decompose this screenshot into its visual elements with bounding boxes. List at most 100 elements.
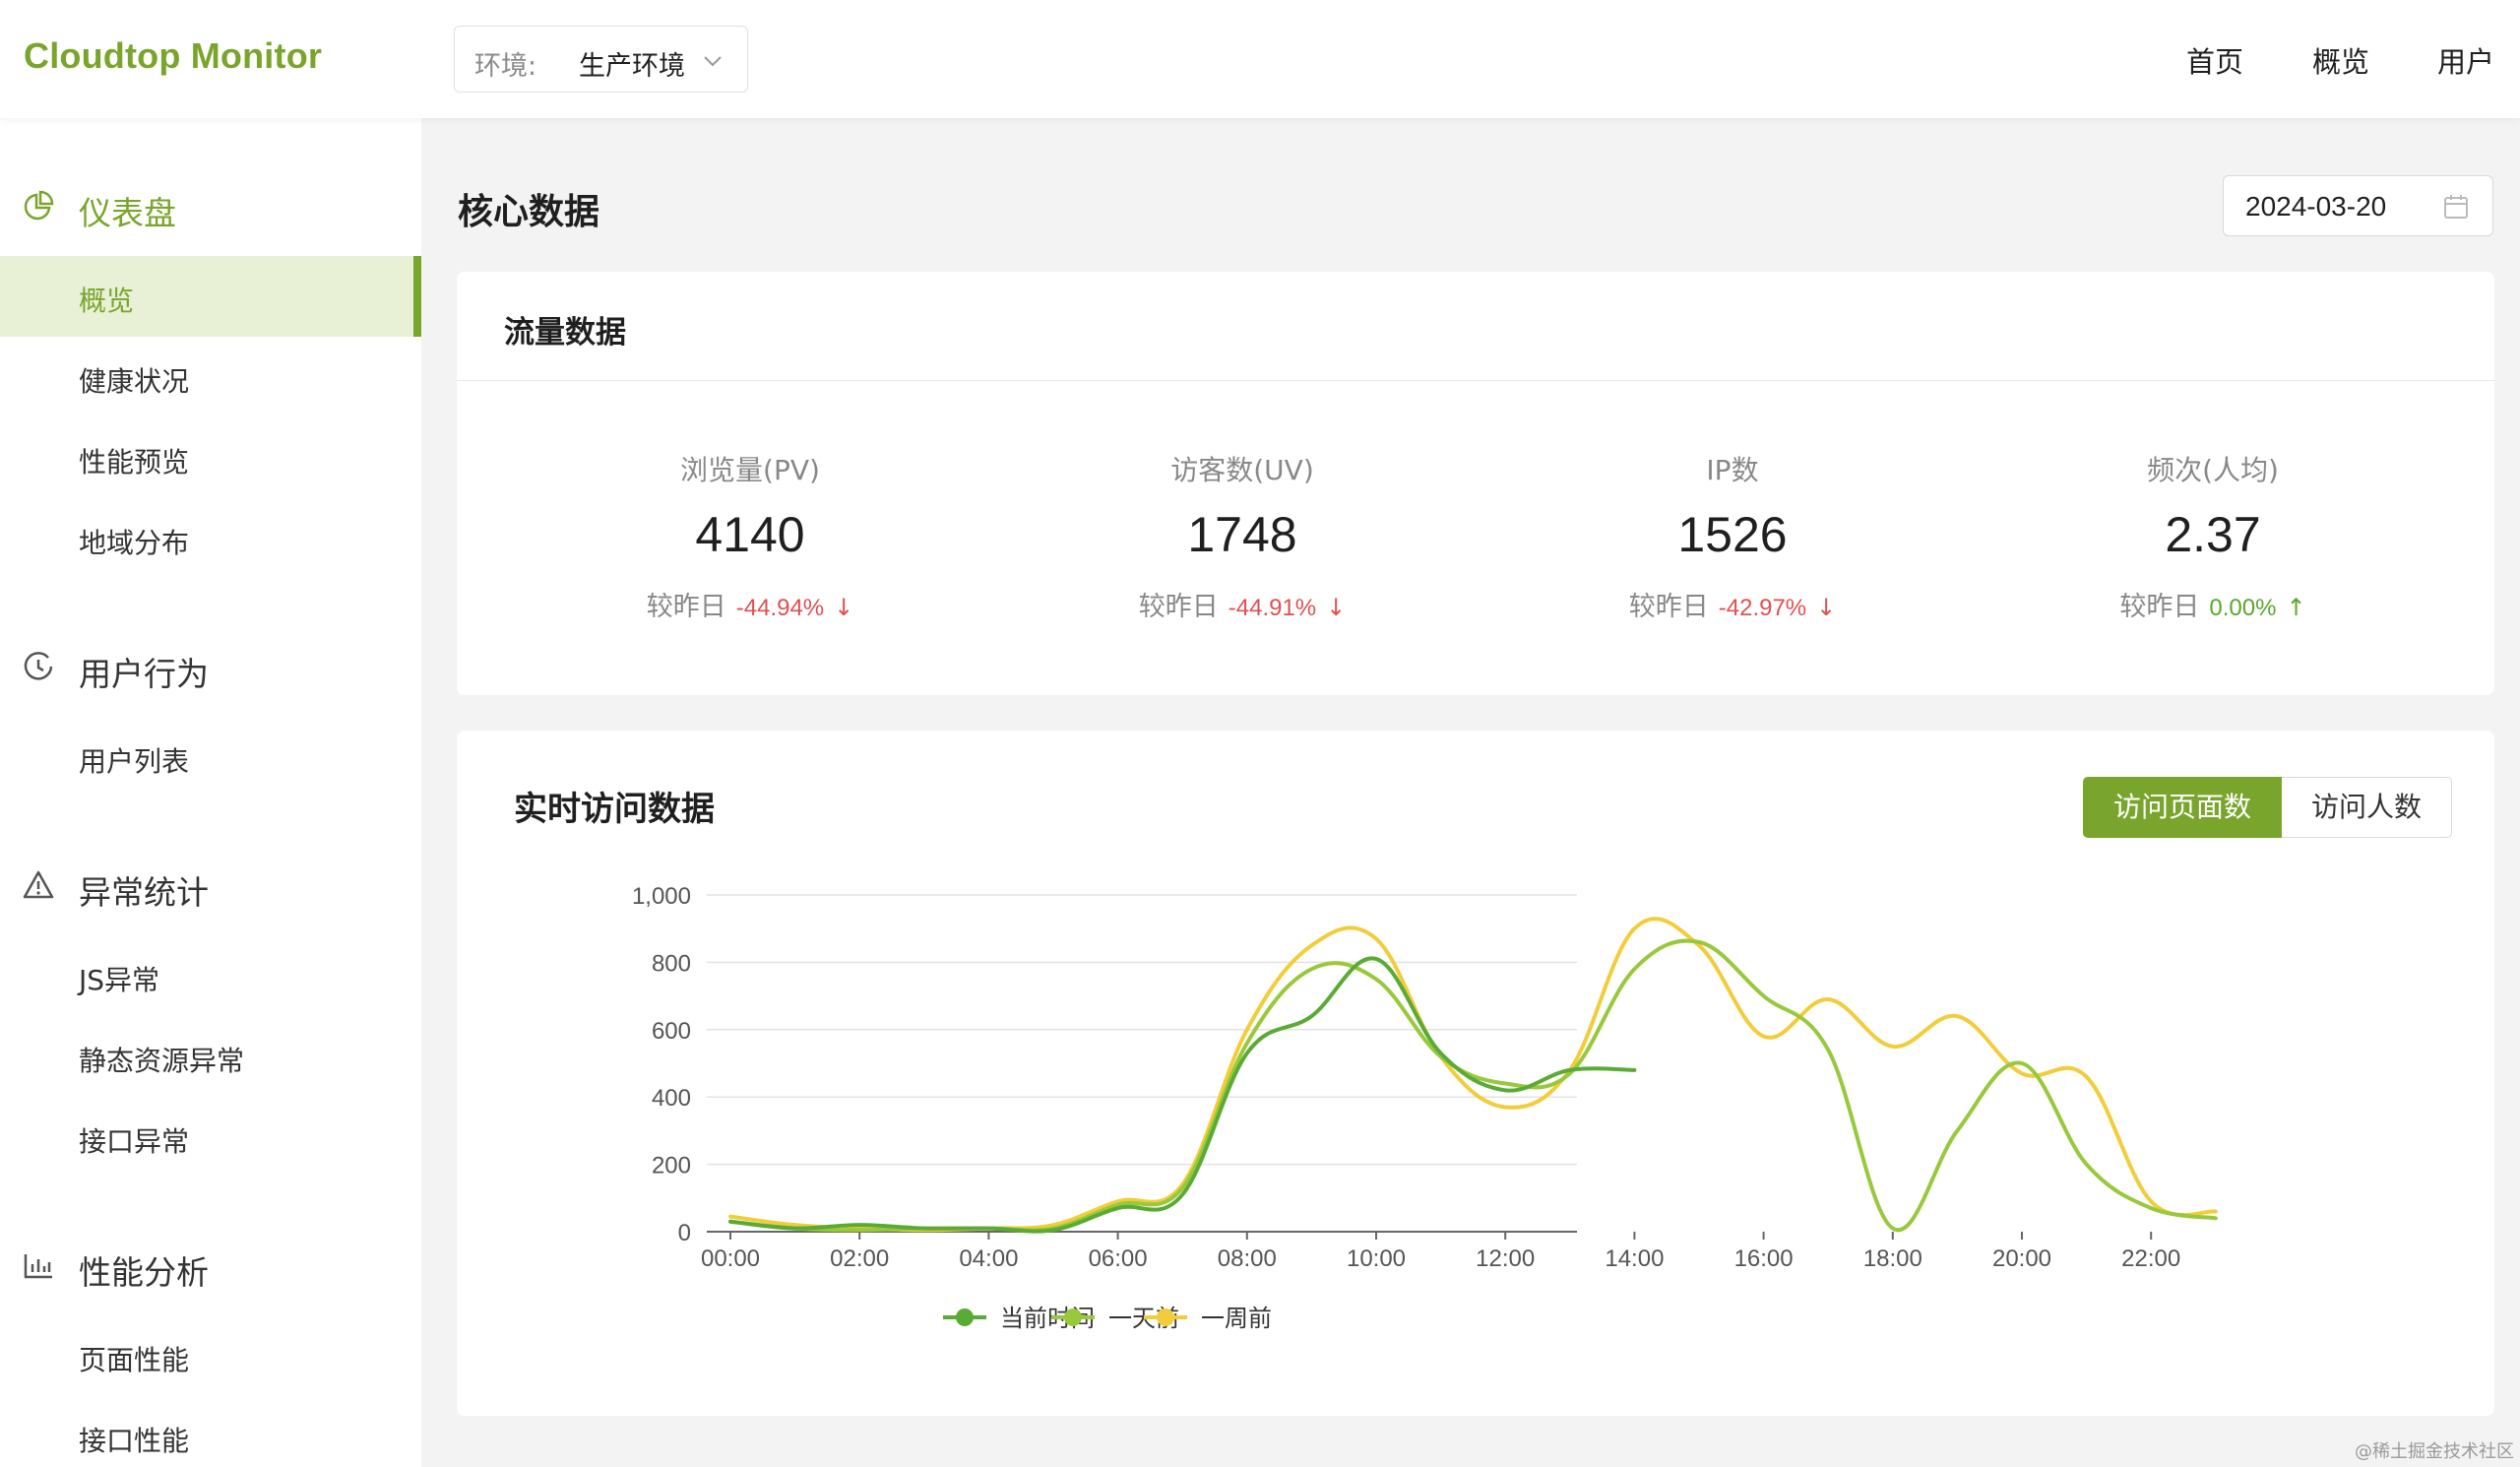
- sidebar-group-exceptions[interactable]: 异常统计: [0, 855, 421, 914]
- y-tick-label: 1,000: [632, 883, 691, 910]
- y-tick-label: 800: [652, 950, 691, 977]
- bar-chart-icon: [24, 1254, 52, 1279]
- sidebar-item-performance-preview[interactable]: 性能预览: [0, 417, 421, 498]
- metric-change: -42.97%: [1718, 595, 1807, 621]
- sidebar-item-api-performance[interactable]: 接口性能: [0, 1396, 421, 1467]
- x-tick-label: 04:00: [959, 1245, 1018, 1272]
- chevron-down-icon: [704, 56, 722, 67]
- nav-home[interactable]: 首页: [2186, 39, 2243, 81]
- sidebar-item-label: 接口异常: [79, 1125, 190, 1158]
- nav-user[interactable]: 用户: [2437, 39, 2494, 81]
- realtime-line-chart: 0 200 400 600 800 1,000 00:00 02:00 04:00 06:00 08…: [632, 883, 2218, 1332]
- app-logo[interactable]: Cloudtop Monitor: [24, 35, 322, 77]
- sidebar-item-user-list[interactable]: 用户列表: [0, 717, 421, 797]
- environment-select[interactable]: 环境: 生产环境: [454, 26, 748, 93]
- metric-change: -44.94%: [735, 595, 825, 621]
- warning-icon: [23, 870, 54, 899]
- metric-uv: 访客数(UV) 1748 较昨日 -44.91% ↓: [1045, 449, 1439, 622]
- sidebar-item-api-errors[interactable]: 接口异常: [0, 1097, 421, 1178]
- metric-value: 1526: [1677, 507, 1788, 562]
- arrow-up-icon: ↑: [2286, 594, 2306, 621]
- x-tick-label: 18:00: [1863, 1245, 1922, 1272]
- compare-label: 较昨日: [646, 592, 726, 622]
- sidebar-item-label: 静态资源异常: [79, 1045, 245, 1077]
- sidebar-item-js-errors[interactable]: JS异常: [0, 935, 421, 1016]
- compare-label: 较昨日: [2119, 592, 2200, 622]
- sidebar-group-label: 用户行为: [79, 655, 209, 693]
- series-line: [728, 938, 2218, 1233]
- sidebar-item-label: 健康状况: [79, 365, 190, 398]
- date-picker[interactable]: 2024-03-20: [2223, 175, 2493, 236]
- top-header: Cloudtop Monitor 环境: 生产环境 首页 概览 用户: [0, 0, 2520, 118]
- sidebar-item-label: 概览: [79, 285, 135, 317]
- x-tick-label: 06:00: [1089, 1245, 1148, 1272]
- arrow-down-icon: ↓: [834, 594, 854, 621]
- environment-value: 生产环境: [579, 51, 685, 82]
- sidebar-item-health[interactable]: 健康状况: [0, 337, 421, 417]
- sidebar-group-dashboard[interactable]: 仪表盘: [0, 175, 421, 234]
- y-tick-label: 200: [652, 1153, 691, 1180]
- x-tick-label: 08:00: [1218, 1245, 1277, 1272]
- x-tick-label: 16:00: [1734, 1245, 1794, 1272]
- sidebar-item-label: 地域分布: [79, 527, 190, 559]
- divider: [457, 380, 2494, 381]
- clock-icon: [24, 652, 53, 680]
- arrow-down-icon: ↓: [1326, 594, 1347, 621]
- metric-label: IP数: [1706, 454, 1759, 486]
- x-tick-label: 02:00: [830, 1245, 889, 1272]
- date-value: 2024-03-20: [2245, 191, 2387, 222]
- y-tick-label: 0: [678, 1220, 691, 1246]
- x-tick-label: 20:00: [1992, 1245, 2051, 1272]
- x-tick-label: 10:00: [1347, 1245, 1406, 1272]
- y-tick-label: 400: [652, 1085, 691, 1112]
- metric-pv: 浏览量(PV) 4140 较昨日 -44.94% ↓: [553, 449, 947, 622]
- sidebar-group-label: 性能分析: [79, 1253, 209, 1292]
- sidebar-item-label: 页面性能: [79, 1344, 190, 1376]
- y-tick-label: 600: [652, 1018, 691, 1045]
- traffic-data-card: 流量数据 浏览量(PV) 4140 较昨日 -44.94% ↓ 访客数(UV) 17…: [457, 272, 2494, 695]
- realtime-data-card: 实时访问数据 访问页面数 访问人数 0 200 400 600 800 1,000 00:0…: [457, 731, 2494, 1416]
- metric-label: 频次(人均): [2147, 454, 2279, 486]
- legend-swatch-dot: [1157, 1308, 1174, 1326]
- sidebar: 仪表盘 概览 健康状况 性能预览 地域分布 用户行为 用户列表 异常统计 JS异…: [0, 118, 421, 1467]
- metric-change: 0.00%: [2209, 595, 2277, 621]
- sidebar-item-resource-errors[interactable]: 静态资源异常: [0, 1016, 421, 1097]
- metric-ip: IP数 1526 较昨日 -42.97% ↓: [1536, 449, 1929, 622]
- metric-value: 1748: [1187, 507, 1297, 562]
- sidebar-item-region[interactable]: 地域分布: [0, 498, 421, 579]
- sidebar-group-user-behavior[interactable]: 用户行为: [0, 636, 421, 695]
- metric-label: 访客数(UV): [1170, 454, 1314, 486]
- metric-compare: 较昨日 -42.97% ↓: [1536, 585, 1929, 622]
- sidebar-group-label: 仪表盘: [79, 194, 176, 232]
- sidebar-item-label: 接口性能: [79, 1425, 190, 1457]
- x-tick-label: 12:00: [1476, 1245, 1535, 1272]
- watermark: @稀土掘金技术社区: [2355, 1441, 2514, 1462]
- nav-overview[interactable]: 概览: [2312, 39, 2369, 81]
- arrow-down-icon: ↓: [1816, 594, 1837, 621]
- legend-swatch-dot: [1064, 1308, 1082, 1326]
- legend-label: 一周前: [1201, 1305, 1272, 1332]
- x-tick-label: 14:00: [1605, 1245, 1664, 1272]
- legend-swatch-dot: [956, 1308, 974, 1326]
- metric-compare: 较昨日 -44.91% ↓: [1045, 585, 1439, 622]
- page-title: 核心数据: [458, 192, 600, 232]
- metric-value: 4140: [695, 507, 805, 562]
- compare-label: 较昨日: [1628, 592, 1709, 622]
- sidebar-item-page-performance[interactable]: 页面性能: [0, 1315, 421, 1396]
- metric-change: -44.91%: [1228, 595, 1317, 621]
- sidebar-item-label: 性能预览: [79, 446, 190, 478]
- pie-chart-icon: [24, 190, 54, 221]
- sidebar-item-label: 用户列表: [79, 745, 190, 778]
- metric-compare: 较昨日 -44.94% ↓: [553, 585, 947, 622]
- x-tick-label: 00:00: [701, 1245, 760, 1272]
- x-tick-label: 22:00: [2121, 1245, 2180, 1272]
- metric-value: 2.37: [2165, 507, 2261, 562]
- sidebar-group-performance[interactable]: 性能分析: [0, 1235, 421, 1294]
- sidebar-item-label: JS异常: [79, 964, 160, 996]
- compare-label: 较昨日: [1138, 592, 1219, 622]
- metric-label: 浏览量(PV): [680, 454, 820, 486]
- metric-frequency: 频次(人均) 2.37 较昨日 0.00% ↑: [2016, 449, 2410, 622]
- sidebar-item-overview[interactable]: 概览: [0, 256, 421, 337]
- environment-label: 环境:: [474, 51, 537, 82]
- sidebar-group-label: 异常统计: [79, 873, 209, 912]
